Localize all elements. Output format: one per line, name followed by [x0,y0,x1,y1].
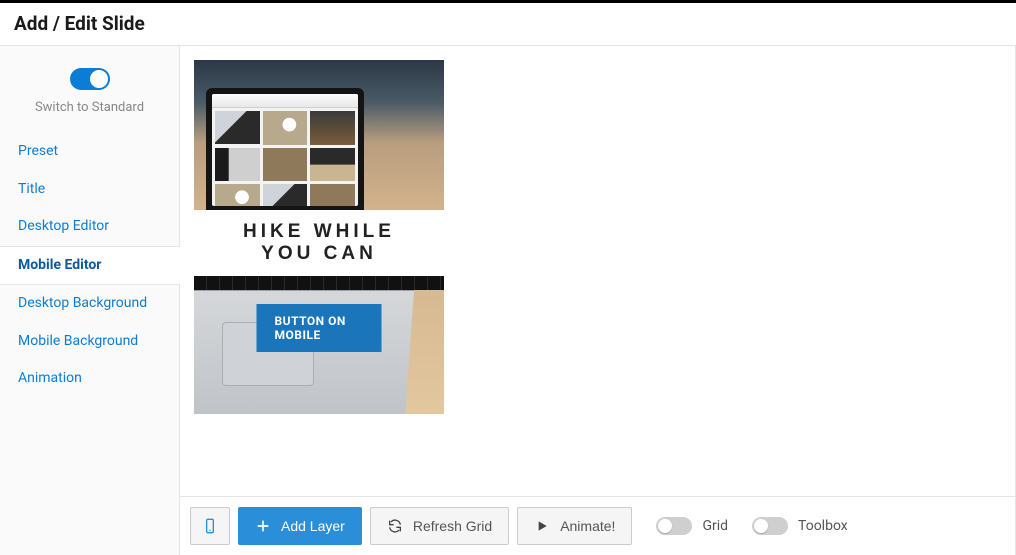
mobile-icon [202,518,218,534]
preview-headline-band: HIKE WHILE YOU CAN [194,210,444,276]
sidebar-item-mobile-editor[interactable]: Mobile Editor [0,246,180,286]
toggle-knob [658,519,672,533]
sidebar-item-preset[interactable]: Preset [0,133,179,171]
grid-toggle[interactable] [656,517,692,535]
add-layer-button[interactable]: Add Layer [238,507,362,545]
preview-headline-text[interactable]: HIKE WHILE YOU CAN [243,221,395,265]
sidebar-item-title[interactable]: Title [0,171,179,209]
plus-icon [255,518,271,534]
animate-button[interactable]: Animate! [517,507,632,545]
page-title: Add / Edit Slide [14,12,1002,35]
sidebar-item-label: Desktop Background [18,295,147,311]
canvas-area[interactable]: HIKE WHILE YOU CAN BUTTON ON MOBILE [180,46,1016,496]
body: Switch to Standard Preset Title Desktop … [0,46,1016,555]
toggle-knob [754,519,768,533]
sidebar-item-label: Desktop Editor [18,218,109,234]
refresh-icon [387,518,403,534]
standard-toggle[interactable] [70,68,110,90]
sidebar-item-label: Mobile Editor [18,257,101,273]
refresh-grid-button[interactable]: Refresh Grid [370,507,509,545]
play-icon [534,518,550,534]
toggle-knob [90,70,108,88]
device-mobile-button[interactable] [190,507,230,545]
sidebar-item-label: Mobile Background [18,333,138,349]
preview-top-image [194,60,444,210]
sidebar-item-label: Title [18,181,45,197]
sidebar-nav: Preset Title Desktop Editor Mobile Edito… [0,133,179,398]
sidebar-item-desktop-editor[interactable]: Desktop Editor [0,208,179,246]
sidebar-item-desktop-background[interactable]: Desktop Background [0,285,179,323]
add-layer-label: Add Layer [281,518,345,534]
toolbox-toggle[interactable] [752,517,788,535]
sidebar-item-mobile-background[interactable]: Mobile Background [0,323,179,361]
sidebar-item-label: Animation [18,370,82,386]
animate-label: Animate! [560,518,615,534]
sidebar: Switch to Standard Preset Title Desktop … [0,46,180,555]
page-header: Add / Edit Slide [0,3,1016,46]
slide-preview[interactable]: HIKE WHILE YOU CAN BUTTON ON MOBILE [194,60,444,414]
sidebar-item-animation[interactable]: Animation [0,360,179,398]
editor-toolbar: Add Layer Refresh Grid Animate! Grid [180,496,1016,555]
standard-toggle-group: Switch to Standard [0,68,179,133]
grid-toggle-label: Grid [702,518,728,534]
standard-toggle-label: Switch to Standard [35,100,144,115]
sidebar-item-label: Preset [18,143,58,159]
toolbox-toggle-label: Toolbox [798,518,848,534]
preview-cta-button[interactable]: BUTTON ON MOBILE [257,304,382,352]
grid-toggle-group: Grid [656,517,728,535]
toolbox-toggle-group: Toolbox [752,517,848,535]
main: HIKE WHILE YOU CAN BUTTON ON MOBILE [180,46,1016,555]
refresh-grid-label: Refresh Grid [413,518,492,534]
